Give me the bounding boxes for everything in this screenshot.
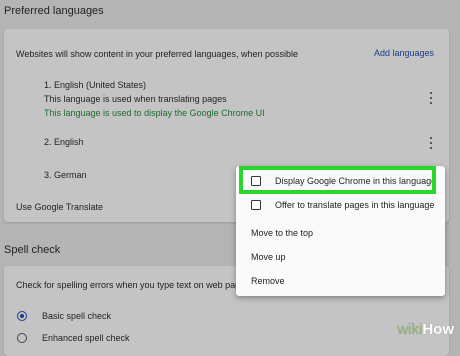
menu-item-remove[interactable]: Remove [236, 270, 445, 292]
enhanced-spell-check-label: Enhanced spell check [42, 333, 130, 343]
language-1-name: 1. English (United States) [44, 80, 147, 90]
spell-check-description: Check for spelling errors when you type … [16, 280, 246, 290]
watermark-wiki: wiki [397, 321, 423, 338]
watermark-how: How [422, 321, 454, 338]
add-languages-link[interactable]: Add languages [374, 48, 434, 58]
language-2-name: 2. English [44, 137, 84, 147]
language-context-menu: Display Google Chrome in this language O… [236, 166, 445, 296]
language-2-more-icon[interactable] [426, 136, 436, 150]
basic-spell-check-label: Basic spell check [42, 311, 112, 321]
menu-item-offer-translate[interactable]: Offer to translate pages in this languag… [236, 194, 445, 216]
menu-item-remove-label: Remove [251, 276, 285, 286]
display-chrome-checkbox[interactable] [251, 176, 261, 186]
menu-item-offer-translate-label: Offer to translate pages in this languag… [275, 200, 435, 210]
menu-item-display-chrome-label: Display Google Chrome in this language [275, 176, 437, 186]
language-1-more-icon[interactable] [426, 91, 436, 105]
basic-spell-check-radio[interactable] [17, 311, 27, 321]
language-1-translate-note: This language is used when translating p… [44, 94, 227, 104]
language-3-name: 3. German [44, 170, 87, 180]
menu-item-move-to-top[interactable]: Move to the top [236, 222, 445, 244]
spell-check-title: Spell check [4, 244, 61, 256]
enhanced-spell-check-radio[interactable] [17, 333, 27, 343]
menu-item-display-chrome-in-language[interactable]: Display Google Chrome in this language [236, 170, 445, 192]
wikihow-watermark: wiki How [397, 321, 454, 338]
use-google-translate-label: Use Google Translate [16, 202, 104, 212]
menu-item-move-up[interactable]: Move up [236, 246, 445, 268]
menu-item-move-up-label: Move up [251, 252, 286, 262]
language-1-ui-note: This language is used to display the Goo… [44, 108, 265, 118]
menu-item-move-to-top-label: Move to the top [251, 228, 314, 238]
offer-translate-checkbox[interactable] [251, 200, 261, 210]
preferred-languages-title: Preferred languages [4, 5, 104, 17]
preferred-languages-description: Websites will show content in your prefe… [16, 49, 298, 59]
